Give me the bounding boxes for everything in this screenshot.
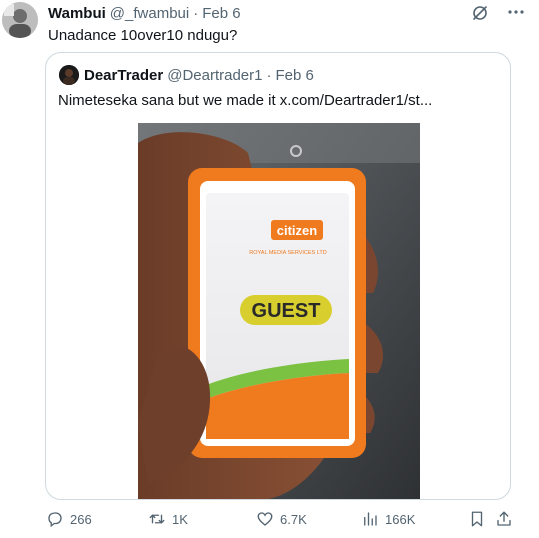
bookmark-button[interactable] [468,506,492,532]
quote-timestamp[interactable]: Feb 6 [276,67,314,84]
like-button[interactable]: 6.7K [256,506,307,532]
tweet: Wambui @_fwambui · Feb 6 Unadance 10over… [0,0,539,538]
quote-user-handle[interactable]: @Deartrader1 [167,67,262,84]
share-icon [497,511,511,526]
quote-image[interactable]: citizen ROYAL MEDIA SERVICES LTD GUEST [138,123,420,499]
quote-avatar[interactable] [59,65,79,85]
quote-text: Nimeteseka sana but we made it x.com/Dea… [58,92,433,109]
tweet-header: Wambui @_fwambui · Feb 6 [48,5,241,23]
avatar[interactable] [2,2,38,38]
like-icon [257,512,273,526]
views-count: 166K [385,511,416,527]
like-count: 6.7K [280,511,307,527]
tweet-text: Unadance 10over10 ndugu? [48,27,238,44]
views-button[interactable]: 166K [361,506,415,532]
reply-count: 266 [70,511,92,527]
retweet-button[interactable]: 1K [148,506,188,532]
bookmark-icon [471,511,483,527]
quote-display-name[interactable]: DearTrader [84,67,163,84]
timestamp[interactable]: Feb 6 [202,5,240,22]
quote-separator: · [266,67,272,84]
reply-icon [48,512,62,528]
share-button[interactable] [495,506,519,532]
reply-button[interactable]: 266 [46,506,92,532]
badge-brand: citizen [277,223,318,238]
views-icon [364,512,377,526]
display-name[interactable]: Wambui [48,5,106,22]
badge-label: GUEST [252,300,321,322]
more-icon[interactable] [506,2,526,22]
badge-subtitle: ROYAL MEDIA SERVICES LTD [249,250,326,256]
quoted-tweet[interactable]: DearTrader @Deartrader1 · Feb 6 Nimetese… [45,52,511,500]
retweet-icon [149,514,165,524]
quote-header: DearTrader @Deartrader1 · Feb 6 [84,67,314,84]
retweet-count: 1K [172,511,188,527]
user-handle[interactable]: @_fwambui [110,5,189,22]
action-bar: 266 1K 6.7K 166K [0,506,539,532]
separator: · [193,5,199,22]
grok-icon[interactable] [470,3,490,23]
